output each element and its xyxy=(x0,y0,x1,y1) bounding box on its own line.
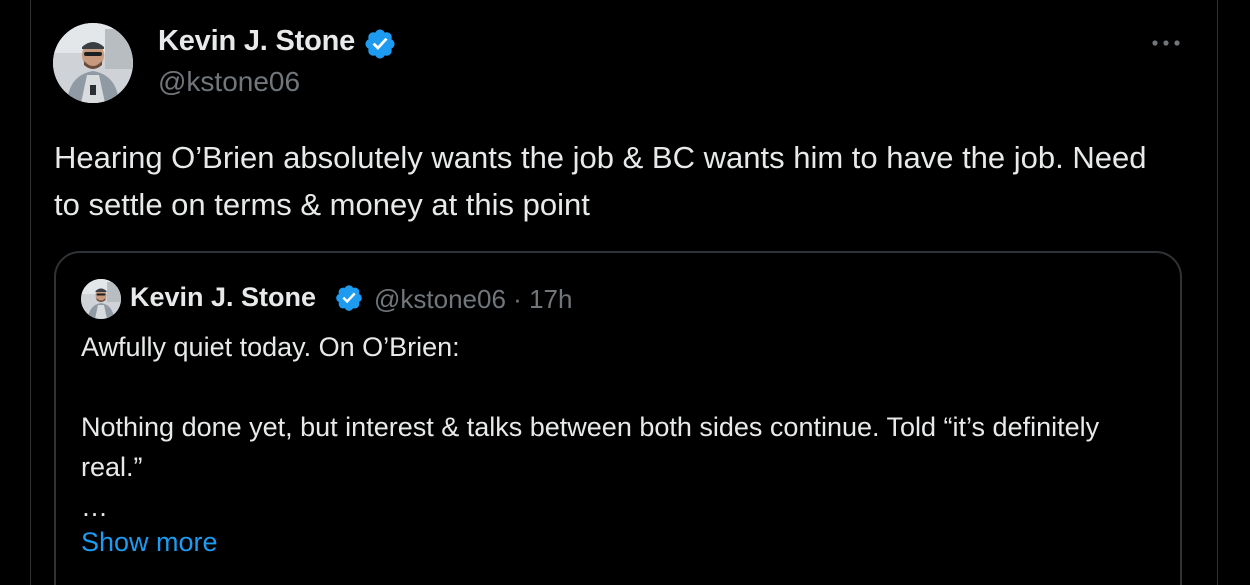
verified-badge-icon xyxy=(365,29,395,59)
meta-separator: · xyxy=(513,284,522,314)
quoted-tweet-card[interactable]: Kevin J. Stone @kstone06 · 17h Awfully q… xyxy=(54,251,1182,585)
quoted-verified-badge-icon xyxy=(336,285,362,311)
tweet-detail-view: Kevin J. Stone @kstone06 Hearing O’Brien… xyxy=(0,0,1250,585)
avatar-image xyxy=(53,23,133,103)
quoted-meta: @kstone06 · 17h xyxy=(374,284,572,315)
tweet-text: Hearing O’Brien absolutely wants the job… xyxy=(54,134,1174,228)
tweet-body: Hearing O’Brien absolutely wants the job… xyxy=(54,140,1147,222)
quoted-avatar-image xyxy=(81,279,121,319)
author-name[interactable]: Kevin J. Stone xyxy=(158,25,355,58)
quoted-avatar xyxy=(81,279,121,319)
more-horizontal-icon[interactable] xyxy=(1146,30,1186,54)
quoted-paragraph-spacer xyxy=(81,367,1161,407)
quoted-ellipsis: … xyxy=(81,492,108,522)
quoted-timestamp: 17h xyxy=(529,284,573,314)
avatar[interactable] xyxy=(53,23,133,103)
show-more-link[interactable]: Show more xyxy=(81,527,218,558)
column-divider-left xyxy=(30,0,31,585)
quoted-author-name: Kevin J. Stone xyxy=(130,282,317,312)
quoted-author-handle: @kstone06 xyxy=(374,284,506,314)
quoted-paragraph-1: Awfully quiet today. On O’Brien: xyxy=(81,332,460,362)
column-divider-right xyxy=(1217,0,1218,585)
quoted-paragraph-2: Nothing done yet, but interest & talks b… xyxy=(81,412,1100,482)
quoted-tweet-text: Awfully quiet today. On O’Brien: Nothing… xyxy=(81,327,1161,527)
author-handle[interactable]: @kstone06 xyxy=(158,66,300,98)
